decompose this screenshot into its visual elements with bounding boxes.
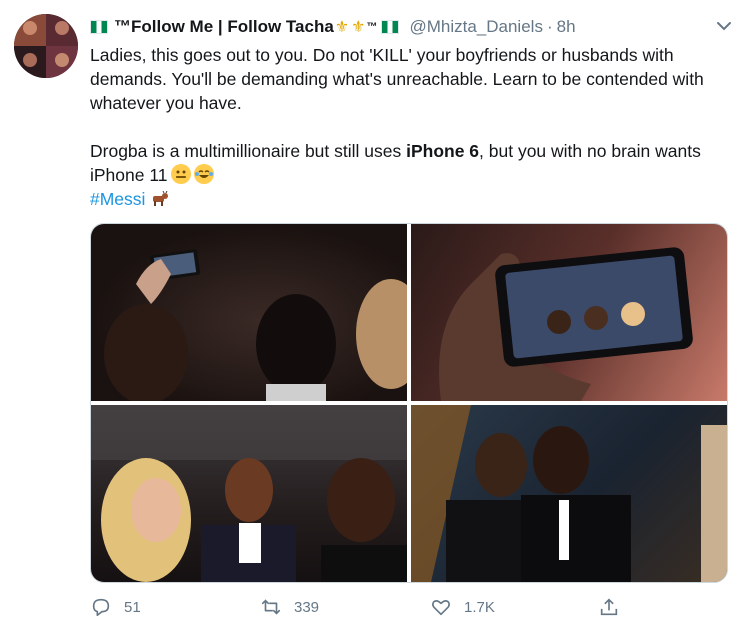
tweet-body: Ladies, this goes out to you. Do not 'KI… [90,43,730,211]
tweet-paragraph: Drogba is a multimillionaire but still u… [90,139,730,187]
tweet-paragraph: Ladies, this goes out to you. Do not 'KI… [90,45,704,113]
media-grid [90,223,728,583]
user-handle[interactable]: @Mhizta_Daniels [409,17,542,37]
retweet-count: 339 [294,598,320,616]
display-name-suffix: ™ [366,21,378,33]
zipper-mouth-emoji-icon [170,164,191,184]
crying-laughing-emoji-icon [193,164,214,184]
text-span: Drogba is a multimillionaire but still u… [90,141,407,161]
photo-embrace[interactable] [411,405,727,582]
nigeria-flag-icon [381,20,400,34]
photo-selfie-group[interactable] [91,405,407,582]
user-avatar[interactable] [14,14,78,78]
nigeria-flag-icon [90,20,108,34]
reply-button[interactable]: 51 [90,596,141,618]
trident-icon: ⚜ [351,19,366,36]
heart-icon [432,600,450,616]
chevron-down-icon[interactable] [712,16,736,36]
tweet-actions: 51 339 1.7K [90,596,650,628]
display-name[interactable]: ™Follow Me | Follow Tacha [114,17,334,37]
hashtag-link[interactable]: #Messi [90,189,145,209]
reply-icon [92,598,110,617]
goat-icon [153,191,169,206]
reply-count: 51 [124,598,141,616]
tweet-header: ™Follow Me | Follow Tacha ⚜ ⚜ ™ @Mhizta_… [90,14,730,40]
tweet-time[interactable]: 8h [557,17,576,37]
separator: · [546,17,553,36]
share-icon [600,598,618,616]
share-button[interactable] [598,596,632,618]
like-button[interactable]: 1.7K [430,596,495,618]
bold-text: iPhone 6 [406,141,480,161]
photo-phone-screen[interactable] [411,224,727,401]
retweet-icon [261,599,281,615]
photo-selfie-back[interactable] [91,224,407,401]
like-count: 1.7K [464,598,495,616]
trident-icon: ⚜ [334,19,350,36]
retweet-button[interactable]: 339 [260,596,319,618]
